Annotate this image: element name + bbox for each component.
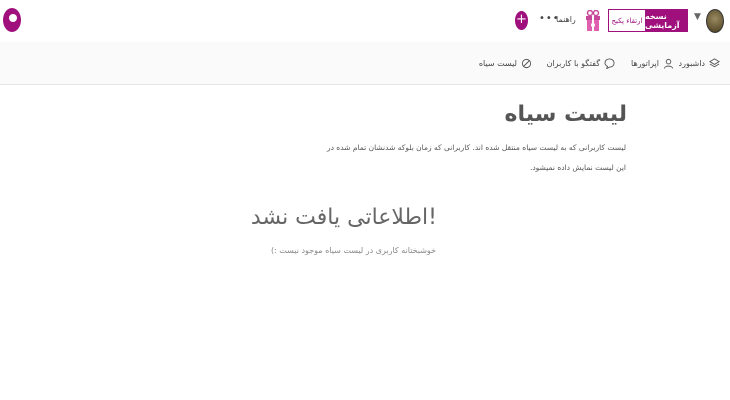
empty-state-title: اطلاعاتی یافت نشد! bbox=[250, 205, 437, 230]
more-icon[interactable]: ••• bbox=[539, 13, 560, 24]
add-button[interactable]: + bbox=[515, 11, 528, 30]
chat-icon bbox=[604, 57, 615, 69]
upgrade-package-button[interactable]: ارتقاء پکیج bbox=[609, 10, 645, 31]
nav-item-dashboard[interactable]: داشبورد bbox=[679, 55, 720, 71]
logo[interactable] bbox=[3, 8, 21, 32]
page-title: لیست سیاه bbox=[504, 102, 627, 127]
page-description: لیست کاربرانی که به لیست سیاه منتقل شده … bbox=[326, 143, 626, 172]
nav-item-operators[interactable]: اپراتورها bbox=[631, 55, 674, 71]
package-box: ارتقاء پکیج نسخه آزمایشی bbox=[608, 9, 688, 32]
nav-item-label: داشبورد bbox=[678, 58, 705, 68]
chevron-down-icon[interactable]: ▼ bbox=[694, 12, 701, 22]
demo-version-badge: نسخه آزمایشی bbox=[645, 10, 687, 31]
user-icon bbox=[663, 58, 674, 69]
gift-icon[interactable] bbox=[586, 10, 600, 32]
avatar[interactable] bbox=[706, 9, 724, 33]
nav-item-blacklist[interactable]: لیست سیاه bbox=[479, 55, 532, 71]
nav-item-label: گفتگو با کاربران bbox=[546, 58, 600, 68]
nav-item-label: اپراتورها bbox=[631, 58, 659, 68]
layers-icon bbox=[709, 57, 720, 67]
top-bar: ▼ ارتقاء پکیج نسخه آزمایشی راهنما ••• + bbox=[0, 0, 730, 43]
sub-navigation: داشبورد اپراتورها گفتگو با کاربران لیست … bbox=[0, 42, 730, 85]
empty-state-subtitle: خوشبختانه کاربری در لیست سیاه موجود نیست… bbox=[270, 246, 436, 255]
nav-item-label: لیست سیاه bbox=[478, 58, 517, 68]
nav-item-chat[interactable]: گفتگو با کاربران bbox=[547, 55, 615, 71]
block-icon bbox=[521, 58, 532, 68]
